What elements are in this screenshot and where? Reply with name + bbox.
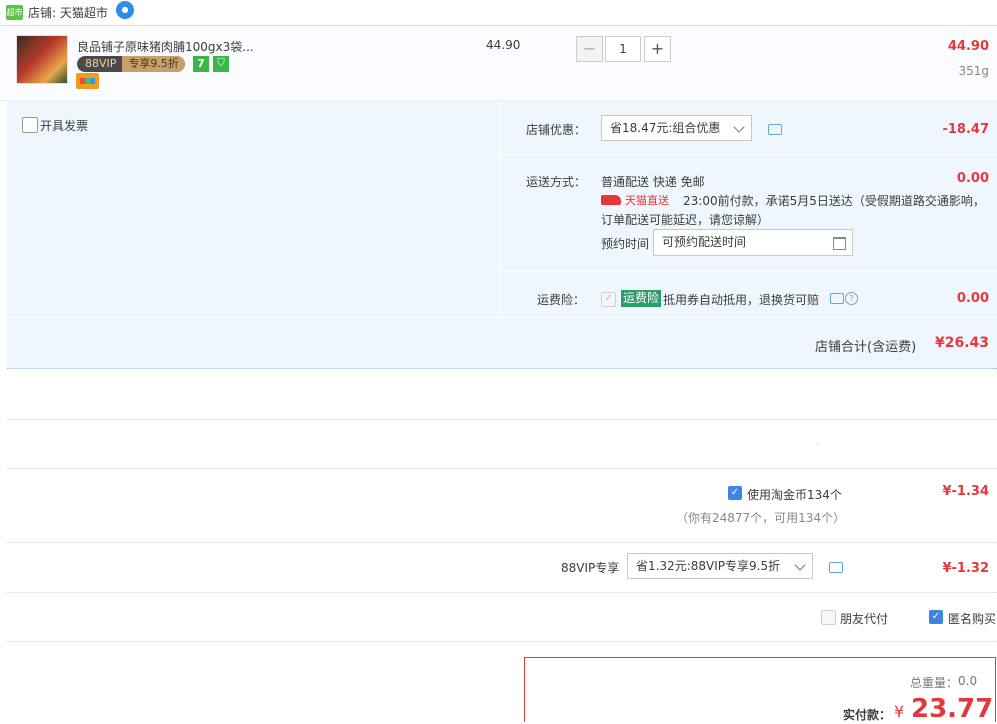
quantity-input[interactable]: 1 (605, 36, 641, 62)
schedule-label: 预约时间 (601, 237, 650, 251)
pay-currency: ¥ (894, 702, 905, 721)
shipping-label: 运送方式： (526, 175, 587, 189)
message-icon[interactable] (829, 562, 843, 573)
insurance-description: 抵用券自动抵用，退换货可赔 (663, 293, 820, 307)
card-payment-icon-stripe (80, 78, 95, 84)
delivery-promise-line2: 订单配送可能延迟，请您谅解） (601, 213, 770, 227)
product-thumbnail[interactable] (16, 35, 68, 84)
taojinbi-amount: ¥-1.34 (942, 484, 989, 499)
vip88-discount-select[interactable]: 省1.32元:88VIP专享9.5折 (627, 553, 813, 579)
message-icon[interactable] (830, 293, 844, 304)
wangwang-chat-icon[interactable]: ● (116, 1, 134, 19)
vip88-selected: 省1.32元:88VIP专享9.5折 (636, 559, 781, 573)
shop-discount-select[interactable]: 省18.47元:组合优惠 (601, 115, 752, 141)
invoice-label[interactable]: 开具发票 (40, 117, 88, 134)
section-divider (7, 592, 997, 594)
shop-discount-label: 店铺优惠： (526, 123, 587, 137)
seven-day-return-icon: 7 (193, 56, 209, 72)
shipping-method: 普通配送 快递 免邮 (601, 175, 705, 189)
product-title[interactable]: 良品铺子原味猪肉脯100gx3袋... (77, 38, 267, 55)
quantity-decrease-button[interactable]: − (576, 36, 603, 62)
section-divider (7, 419, 997, 421)
calendar-icon (833, 237, 846, 250)
delivery-truck-icon (601, 195, 621, 205)
taojinbi-checkbox[interactable]: ✓ (728, 486, 742, 500)
section-divider (7, 641, 997, 643)
pay-amount-label: 实付款： (843, 708, 892, 722)
shop-total-label: 店铺合计(含运费) (815, 340, 917, 355)
message-icon[interactable] (768, 124, 782, 135)
total-weight-label: 总重量： (910, 676, 959, 690)
section-divider (7, 542, 997, 544)
item-total-price: 44.90 (947, 39, 989, 54)
insurance-amount: 0.00 (956, 291, 989, 306)
insurance-label: 运费险： (537, 293, 586, 307)
schedule-time-value: 可预约配送时间 (662, 235, 747, 249)
pay-amount: 23.77 (911, 694, 994, 724)
shipping-amount: 0.00 (956, 171, 989, 186)
schedule-time-input[interactable]: 可预约配送时间 (653, 229, 853, 256)
tmall-direct-label: 天猫直送 (625, 194, 669, 207)
chevron-down-icon (733, 121, 745, 133)
vip-discount-badge: 88VIP 专享9.5折 (77, 56, 185, 72)
options-divider (501, 154, 997, 155)
quantity-increase-button[interactable]: + (644, 36, 671, 62)
item-weight: 351g (958, 64, 989, 78)
vip88-amount: ¥-1.32 (942, 561, 989, 576)
taojinbi-label[interactable]: 使用淘金币134个 (747, 486, 842, 503)
vip88-label: 88VIP专享 (561, 561, 620, 575)
shop-header (0, 0, 997, 26)
shop-discount-amount: -18.47 (942, 122, 989, 137)
vip-badge-label: 88VIP (85, 57, 117, 70)
chevron-down-icon (794, 559, 806, 571)
shop-name[interactable]: 店铺: 天猫超市 (28, 4, 108, 21)
supermarket-logo-icon: 超市 (6, 5, 23, 20)
options-divider (501, 271, 997, 272)
tmall-direct-logo: 天猫直送 (601, 193, 669, 207)
shop-total-amount: ¥26.43 (934, 335, 989, 351)
shop-discount-selected: 省18.47元:组合优惠 (610, 121, 721, 135)
insurance-tag: 运费险 (621, 290, 662, 307)
vip-badge-discount: 专享9.5折 (122, 56, 185, 72)
friend-pay-label[interactable]: 朋友代付 (840, 610, 888, 627)
unit-price: 44.90 (486, 38, 521, 52)
options-divider (7, 317, 997, 318)
delivery-promise-line1: 23:00前付款，承诺5月5日送达（受假期道路交通影响， (683, 194, 985, 208)
anonymous-purchase-label[interactable]: 匿名购买 (948, 610, 996, 627)
separator-dot: · (816, 440, 820, 451)
taojinbi-subtext: （你有24877个，可用134个） (676, 511, 846, 525)
section-divider (7, 468, 997, 470)
anonymous-purchase-checkbox[interactable]: ✓ (929, 610, 943, 624)
help-icon[interactable]: ? (845, 292, 858, 305)
insurance-checkbox[interactable]: ✓ (601, 292, 616, 307)
total-weight-value: 0.0 (958, 674, 978, 688)
guarantee-shield-icon: ⛉ (213, 56, 229, 72)
friend-pay-checkbox[interactable] (821, 610, 836, 625)
invoice-checkbox[interactable] (22, 117, 38, 133)
